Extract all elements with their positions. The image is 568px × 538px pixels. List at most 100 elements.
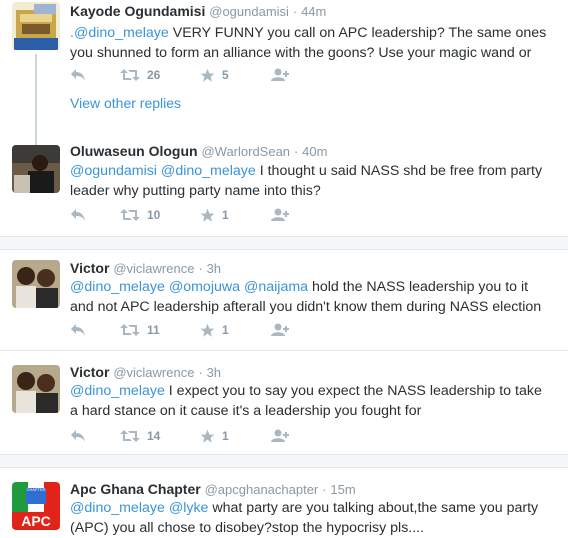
favorite-count: 1 [222,208,229,222]
retweet-button[interactable]: 26 [120,68,200,82]
mention-link[interactable]: @dino_melaye [70,383,165,399]
retweet-count: 10 [147,208,161,222]
user-handle[interactable]: @viclawrence [113,365,194,380]
user-handle[interactable]: @viclawrence [113,261,194,276]
tweet-actions: 11 1 [70,320,290,340]
reply-icon [71,324,85,336]
user-handle[interactable]: @ogundamisi [209,4,289,19]
follow-button[interactable] [270,323,290,337]
follow-button[interactable] [270,208,290,222]
tweet-actions: 14 1 [70,426,290,446]
retweet-icon [120,69,140,81]
mention-link[interactable]: @omojuwa [169,279,240,295]
user-handle[interactable]: @apcghanachapter [205,482,319,497]
user-name[interactable]: Oluwaseun Ologun [70,143,198,159]
follow-icon [271,68,289,81]
avatar[interactable] [12,260,60,308]
favorite-count: 5 [222,68,229,82]
view-other-replies-link[interactable]: View other replies [70,95,181,111]
tweet-header: Victor @viclawrence · 3h [70,260,221,276]
tweet-text: @ogundamisi @dino_melaye I thought u sai… [70,161,550,201]
divider [0,454,568,455]
time-separator: · [293,144,299,159]
conversation-gap [0,455,568,467]
follow-icon [271,323,289,336]
tweet-header: Kayode Ogundamisi @ogundamisi · 44m [70,3,326,19]
timestamp[interactable]: 44m [301,4,326,19]
tweet-kayode: Kayode Ogundamisi @ogundamisi · 44m .@di… [0,0,568,146]
tweet-actions: 10 1 [70,205,290,225]
retweet-icon [120,209,140,221]
retweet-count: 26 [147,68,161,82]
timestamp[interactable]: 40m [302,144,327,159]
timestamp[interactable]: 3h [207,365,221,380]
timestamp[interactable]: 15m [330,482,355,497]
follow-button[interactable] [270,429,290,443]
mention-link[interactable]: @dino_melaye [70,500,165,516]
time-separator: · [322,482,327,497]
mention-link[interactable]: .@dino_melaye [70,25,169,41]
favorite-count: 1 [222,429,229,443]
conversation-gap [0,237,568,249]
time-separator: · [198,261,203,276]
follow-button[interactable] [270,68,290,82]
tweet-text: @dino_melaye @lyke what party are you ta… [70,498,550,538]
reply-button[interactable] [70,208,120,222]
follow-icon [271,429,289,442]
avatar-top-text: CHAPTER [26,487,45,492]
reply-icon [71,209,85,221]
retweet-icon [120,324,140,336]
reply-icon [71,430,85,442]
retweet-button[interactable]: 14 [120,429,200,443]
tweet-victor-2: Victor @viclawrence · 3h @dino_melaye I … [0,351,568,451]
user-name[interactable]: Apc Ghana Chapter [70,481,201,497]
retweet-count: 14 [147,429,161,443]
mention-link[interactable]: @lyke [169,500,209,516]
tweet-text: @dino_melaye I expect you to say you exp… [70,381,550,421]
reply-button[interactable] [70,429,120,443]
tweet-header: Victor @viclawrence · 3h [70,364,221,380]
divider [0,236,568,237]
tweet-actions: 26 5 [70,65,290,85]
favorite-button[interactable]: 1 [200,323,270,338]
tweet-apc-ghana: CHAPTER APC Apc Ghana Chapter @apcghanac… [0,468,568,536]
mention-link[interactable]: @dino_melaye [161,163,256,179]
reply-button[interactable] [70,323,120,337]
avatar[interactable]: CHAPTER APC [12,482,60,530]
retweet-button[interactable]: 10 [120,208,200,222]
mention-link[interactable]: @dino_melaye [70,279,165,295]
favorite-button[interactable]: 1 [200,208,270,223]
favorite-button[interactable]: 1 [200,429,270,444]
favorite-button[interactable]: 5 [200,68,270,83]
favorite-count: 1 [222,323,229,337]
user-name[interactable]: Victor [70,260,109,276]
timestamp[interactable]: 3h [207,261,221,276]
avatar[interactable] [12,2,60,50]
mention-link[interactable]: @naijama [244,279,308,295]
tweet-header: Apc Ghana Chapter @apcghanachapter · 15m [70,481,356,497]
favorite-icon [200,323,215,337]
user-handle[interactable]: @WarlordSean [201,144,290,159]
tweet-oluwaseun: Oluwaseun Ologun @WarlordSean · 40m @ogu… [0,135,568,235]
tweet-text: .@dino_melaye VERY FUNNY you call on APC… [70,23,550,63]
retweet-icon [120,430,140,442]
retweet-count: 11 [147,323,160,337]
avatar[interactable] [12,145,60,193]
tweet-victor-1: Victor @viclawrence · 3h @dino_melaye @o… [0,250,568,350]
reply-icon [71,69,85,81]
avatar-logo-text: APC [21,513,51,529]
mention-link[interactable]: @ogundamisi [70,163,157,179]
avatar[interactable] [12,365,60,413]
time-separator: · [292,4,298,19]
favorite-icon [200,68,215,82]
user-name[interactable]: Kayode Ogundamisi [70,3,205,19]
time-separator: · [198,365,203,380]
thread-line [35,54,37,146]
favorite-icon [200,429,215,443]
favorite-icon [200,208,215,222]
retweet-button[interactable]: 11 [120,323,200,337]
tweet-text: @dino_melaye @omojuwa @naijama hold the … [70,277,550,317]
reply-button[interactable] [70,68,120,82]
user-name[interactable]: Victor [70,364,109,380]
tweet-header: Oluwaseun Ologun @WarlordSean · 40m [70,143,327,159]
